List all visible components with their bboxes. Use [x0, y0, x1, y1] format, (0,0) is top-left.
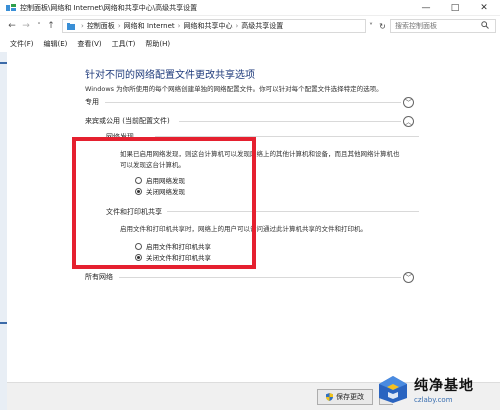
save-changes-button[interactable]: 保存更改	[317, 389, 373, 405]
breadcrumb-control-panel[interactable]: 控制面板	[87, 21, 115, 31]
divider	[167, 211, 419, 212]
radio-enable-file-printer-sharing[interactable]: 启用文件和打印机共享	[135, 241, 211, 251]
radio-label: 关闭文件和打印机共享	[146, 254, 211, 262]
page-title: 针对不同的网络配置文件更改共享选项	[85, 70, 255, 81]
background-window-edge	[0, 52, 7, 410]
main-content: 针对不同的网络配置文件更改共享选项 Windows 为你所使用的每个网络创建单独…	[7, 52, 500, 382]
maximize-button[interactable]: □	[441, 0, 469, 16]
refresh-icon[interactable]: ↻	[377, 19, 388, 33]
title-bar: 控制面板\网络和 Internet\网络和共享中心\高级共享设置 — □ ✕	[0, 0, 500, 16]
radio-button[interactable]	[135, 176, 142, 184]
save-changes-label: 保存更改	[336, 393, 364, 401]
divider	[105, 102, 401, 103]
menu-edit[interactable]: 编辑(E)	[44, 39, 68, 49]
breadcrumb-network-sharing-center[interactable]: 网络和共享中心	[183, 21, 232, 31]
radio-button-selected[interactable]	[135, 253, 142, 261]
chevron-up-icon[interactable]: ︿	[403, 116, 414, 127]
window-title: 控制面板\网络和 Internet\网络和共享中心\高级共享设置	[20, 3, 198, 12]
section-all-networks-label: 所有网络	[85, 273, 113, 281]
watermark-title: 纯净基地	[414, 377, 474, 394]
network-discovery-desc-line2: 可以发现这台计算机。	[120, 161, 185, 169]
radio-label: 关闭网络发现	[146, 188, 185, 196]
breadcrumb-separator: ›	[117, 22, 121, 30]
search-input[interactable]	[395, 22, 481, 30]
menu-file[interactable]: 文件(F)	[10, 39, 34, 49]
radio-disable-file-printer-sharing[interactable]: 关闭文件和打印机共享	[135, 252, 211, 262]
watermark-url: czlaby.com	[414, 395, 453, 404]
address-bar-row: ← → ˅ ↑ › 控制面板 › 网络和 Internet › 网络和共享中心 …	[0, 17, 500, 35]
forward-arrow-icon[interactable]: →	[20, 19, 32, 33]
radio-label: 启用文件和打印机共享	[146, 243, 211, 251]
page-description: Windows 为你所使用的每个网络创建单独的网络配置文件。你可以针对每个配置文…	[85, 85, 383, 93]
section-private-label: 专用	[85, 98, 99, 106]
breadcrumb-separator: ›	[177, 22, 181, 30]
recent-locations-icon[interactable]: ˅	[33, 19, 45, 33]
menu-tools[interactable]: 工具(T)	[112, 39, 136, 49]
uac-shield-icon	[326, 393, 333, 401]
divider	[119, 277, 401, 278]
file-printer-sharing-desc: 启用文件和打印机共享时，网络上的用户可以访问通过此计算机共享的文件和打印机。	[120, 225, 367, 233]
folder-icon	[67, 22, 75, 30]
breadcrumb-separator: ›	[235, 22, 239, 30]
close-button[interactable]: ✕	[470, 0, 498, 16]
radio-button-selected[interactable]	[135, 187, 142, 195]
radio-enable-network-discovery[interactable]: 启用网络发现	[135, 175, 185, 185]
menu-help[interactable]: 帮助(H)	[145, 39, 170, 49]
site-watermark: 纯净基地 czlaby.com	[376, 370, 498, 408]
section-guest-public-label: 来宾或公用 (当前配置文件)	[85, 117, 170, 125]
address-field[interactable]: › 控制面板 › 网络和 Internet › 网络和共享中心 › 高级共享设置	[62, 19, 366, 33]
address-dropdown-icon[interactable]: ˅	[366, 19, 376, 33]
menu-view[interactable]: 查看(V)	[77, 39, 101, 49]
up-arrow-icon[interactable]: ↑	[45, 19, 57, 33]
control-panel-icon	[6, 3, 16, 12]
breadcrumb-network-internet[interactable]: 网络和 Internet	[124, 21, 175, 31]
divider	[155, 136, 419, 137]
file-printer-sharing-heading: 文件和打印机共享	[106, 208, 162, 216]
back-arrow-icon[interactable]: ←	[6, 19, 18, 33]
chevron-down-icon[interactable]: ﹀	[403, 272, 414, 283]
network-discovery-heading: 网络发现	[106, 133, 134, 141]
chevron-down-icon[interactable]: ﹀	[403, 97, 414, 108]
breadcrumb-advanced-sharing[interactable]: 高级共享设置	[241, 21, 283, 31]
divider	[179, 121, 401, 122]
breadcrumb-separator: ›	[81, 22, 84, 30]
radio-disable-network-discovery[interactable]: 关闭网络发现	[135, 186, 185, 196]
radio-button[interactable]	[135, 242, 142, 250]
minimize-button[interactable]: —	[412, 0, 440, 16]
search-icon[interactable]	[481, 21, 489, 31]
menu-bar: 文件(F) 编辑(E) 查看(V) 工具(T) 帮助(H)	[0, 37, 500, 51]
network-discovery-desc-line1: 如果已启用网络发现，则这台计算机可以发现网络上的其他计算机和设备，而且其他网络计…	[120, 150, 400, 158]
watermark-logo-icon	[376, 374, 410, 404]
radio-label: 启用网络发现	[146, 177, 185, 185]
search-box[interactable]	[390, 19, 496, 33]
